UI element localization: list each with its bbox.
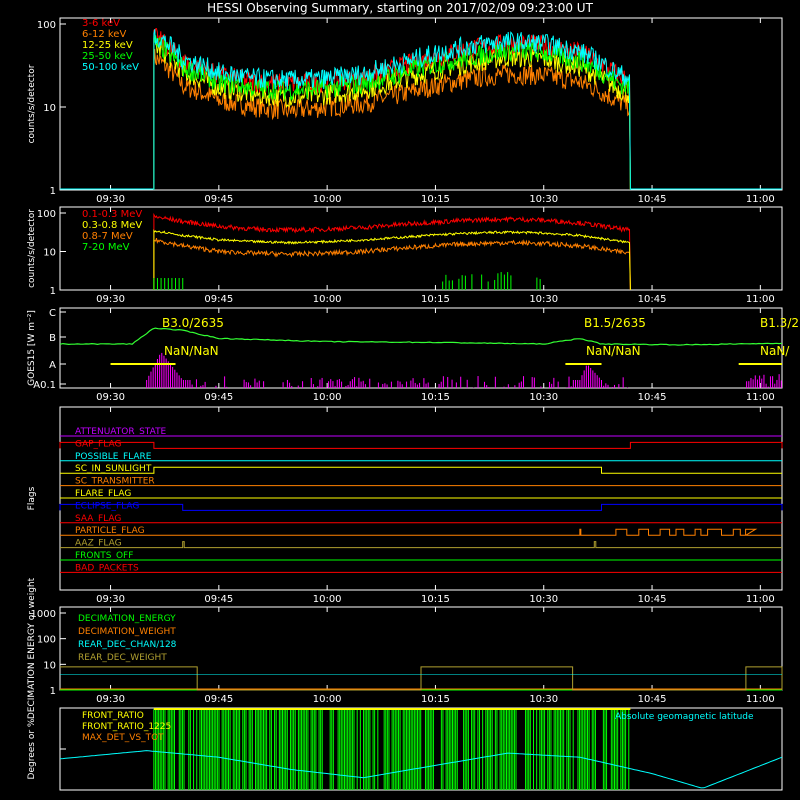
- series-line-12-25-kev: [153, 37, 631, 191]
- y-tick-label: 10: [43, 103, 56, 114]
- x-tick-label: 11:00: [746, 294, 775, 305]
- flag-line: [60, 541, 782, 549]
- x-tick-label: 09:30: [96, 694, 125, 705]
- flag-label: GAP_FLAG: [75, 439, 121, 449]
- x-tick-label: 10:00: [313, 392, 342, 403]
- legend-entry: 25-50 keV: [82, 51, 133, 62]
- legend-entry: 50-100 keV: [82, 62, 139, 73]
- flag-line: [59, 441, 783, 449]
- goes-annotation: B1.5/2635: [584, 316, 646, 330]
- y-axis-label: counts/s/detector: [27, 209, 37, 288]
- legend-entry: 0.8-7 MeV: [82, 231, 133, 242]
- rear-dec-weight-line: [60, 666, 783, 691]
- y-tick-label: 1000: [31, 609, 56, 620]
- goes-annotation: NaN/NaN: [586, 344, 641, 358]
- legend-entry: 7-20 MeV: [82, 242, 130, 253]
- y-tick-label: 100: [37, 209, 56, 220]
- goes-annotation: NaN/NaN: [164, 344, 219, 358]
- x-tick-label: 09:45: [204, 594, 233, 605]
- x-tick-label: 09:30: [96, 392, 125, 403]
- x-tick-label: 10:45: [638, 594, 667, 605]
- x-tick-label: 10:45: [638, 194, 667, 205]
- x-tick-label: 09:45: [204, 694, 233, 705]
- y-tick-label: 10: [43, 248, 56, 259]
- goes-annotation: NaN/: [760, 344, 790, 358]
- panel-frame-1: [59, 17, 783, 191]
- x-tick-label: 10:00: [313, 694, 342, 705]
- legend-entry: MAX_DET_VS_TOT: [82, 733, 164, 743]
- legend-entry: DECIMATION_WEIGHT: [78, 627, 176, 637]
- x-tick-label: 11:00: [746, 392, 775, 403]
- x-tick-label: 10:30: [529, 594, 558, 605]
- x-tick-label: 10:00: [313, 194, 342, 205]
- x-tick-label: 11:00: [746, 594, 775, 605]
- y-tick-label: 10: [43, 660, 56, 671]
- y-axis-label: GOES15 [W m⁻²]: [27, 310, 37, 386]
- x-tick-label: 10:00: [313, 594, 342, 605]
- x-tick-label: 10:30: [529, 694, 558, 705]
- x-tick-label: 10:30: [529, 294, 558, 305]
- legend-entry: REAR_DEC_CHAN/128: [78, 640, 177, 650]
- legend-entry: Absolute geomagnetic latitude: [615, 712, 754, 722]
- y-tick-label: 100: [37, 20, 56, 31]
- legend-entry: 0.1-0.3 MeV: [82, 209, 142, 220]
- series-line-50-100-kev: [153, 29, 631, 191]
- flag-line: [59, 503, 783, 511]
- legend-entry: 0.3-0.8 MeV: [82, 220, 142, 231]
- legend-entry: 6-12 keV: [82, 29, 126, 40]
- legend-entry: 3-6 keV: [82, 18, 120, 29]
- flag-line: [60, 528, 782, 536]
- legend-entry: FRONT_RATIO_1225: [82, 722, 171, 732]
- y-axis-label: counts/s/detector: [27, 64, 37, 143]
- goes-annotation: B3.0/2635: [162, 316, 224, 330]
- goes-annotation: B1.3/2: [760, 316, 799, 330]
- x-tick-label: 10:30: [529, 194, 558, 205]
- x-tick-label: 09:45: [204, 294, 233, 305]
- x-tick-label: 09:30: [96, 194, 125, 205]
- y-tick-label: 100: [37, 635, 56, 646]
- series-line-0-8-7-mev: [153, 237, 631, 291]
- legend-entry: FRONT_RATIO: [82, 711, 144, 721]
- x-tick-label: 10:45: [638, 694, 667, 705]
- x-tick-label: 10:15: [421, 294, 450, 305]
- y-tick-label: B: [49, 333, 56, 344]
- y-tick-label: 1: [50, 286, 56, 297]
- x-tick-label: 10:45: [638, 392, 667, 403]
- y-tick-label: C: [49, 308, 56, 319]
- flag-line: [60, 466, 782, 474]
- x-tick-label: 10:00: [313, 294, 342, 305]
- legend-entry: DECIMATION_ENERGY: [78, 614, 176, 624]
- x-tick-label: 09:30: [96, 594, 125, 605]
- x-tick-label: 10:15: [421, 194, 450, 205]
- y-axis-label: DECIMATION ENERGY or weight: [27, 577, 37, 719]
- x-tick-label: 11:00: [746, 194, 775, 205]
- y-axis-label: Degrees or %: [27, 718, 37, 779]
- x-tick-label: 10:30: [529, 392, 558, 403]
- y-tick-label: A0.1: [33, 380, 56, 391]
- x-tick-label: 09:45: [204, 194, 233, 205]
- series-line-goes-flux: [59, 327, 783, 346]
- x-tick-label: 10:15: [421, 694, 450, 705]
- x-tick-label: 09:45: [204, 392, 233, 403]
- flag-label: ECLIPSE_FLAG: [75, 501, 139, 511]
- x-tick-label: 10:45: [638, 294, 667, 305]
- x-tick-label: 11:00: [746, 694, 775, 705]
- y-tick-label: A: [49, 360, 56, 371]
- series-line-0-3-0-8-mev: [153, 229, 631, 291]
- x-tick-label: 09:30: [96, 294, 125, 305]
- x-tick-label: 10:15: [421, 594, 450, 605]
- y-tick-label: 1: [50, 186, 56, 197]
- legend-entry: REAR_DEC_WEIGHT: [78, 653, 167, 663]
- y-axis-label: Flags: [27, 486, 37, 510]
- x-tick-label: 10:15: [421, 392, 450, 403]
- legend-entry: 12-25 keV: [82, 40, 133, 51]
- chart-title: HESSI Observing Summary, starting on 201…: [207, 1, 593, 15]
- hessi-summary-chart: HESSI Observing Summary, starting on 201…: [27, 1, 799, 791]
- y-tick-label: 1: [50, 686, 56, 697]
